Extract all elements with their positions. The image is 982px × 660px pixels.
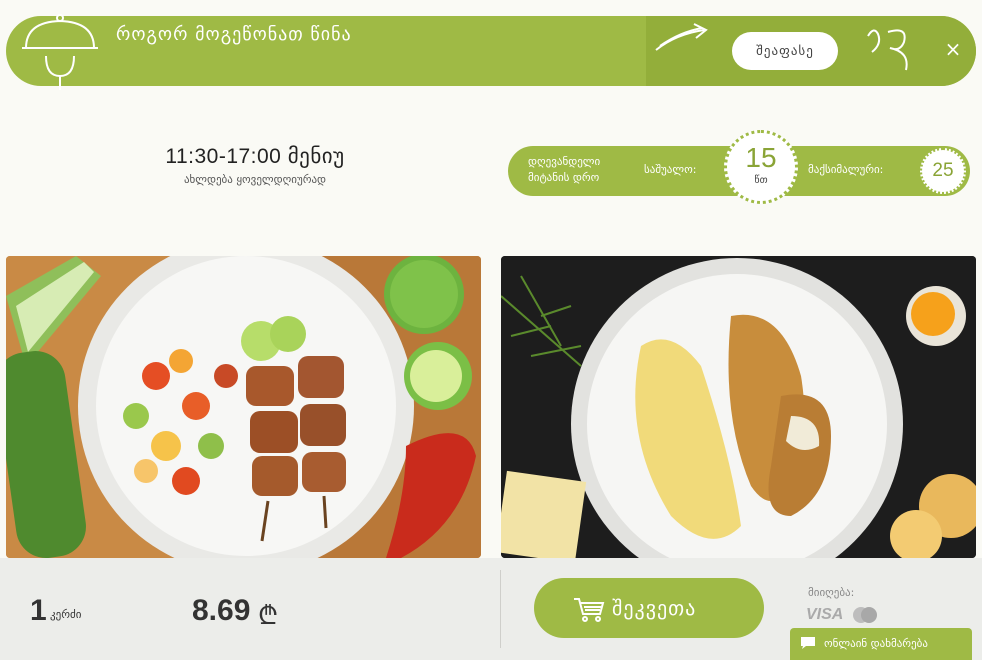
chat-icon [801,637,815,649]
currency-icon: ₾ [258,601,279,631]
divider [500,570,501,648]
accepted-payments-label: მიიღება: [808,586,855,599]
maximum-label: მაქსიმალური: [808,163,884,176]
dish-photo-chicken[interactable] [501,256,976,558]
arrow-icon [655,23,708,51]
quantity-value[interactable]: 1 [30,594,47,628]
skewers-image [6,256,481,558]
maximum-time-value: 25 [932,160,954,181]
cart-icon [574,598,605,622]
quantity-unit: კერძი [50,608,82,621]
delivery-time-panel: დღევანდელი მიტანის დრო საშუალო: 15 წთ მა… [508,130,970,204]
maximum-time-badge: 25 [920,148,966,194]
price-value: 8.69 [192,594,251,627]
banner-title: როგორ მოგეწონათ წინა [116,24,352,45]
mastercard-logo [853,607,877,623]
average-time-value: 15 [745,142,777,173]
close-icon[interactable]: × [940,36,966,62]
delivery-time-label: დღევანდელი მიტანის დრო [528,155,601,184]
visa-logo: VISA [806,606,844,623]
menu-hours-time: 11:30-17:00 მენიუ [165,145,345,168]
rate-button[interactable]: შეაფასე [732,32,838,70]
dish-photo-skewers[interactable] [6,256,481,558]
squiggle-icon [867,29,908,71]
menu-hours: 11:30-17:00 მენიუ ახლდება ყოველდღიურად [110,144,400,186]
cloche-icon [22,14,98,90]
online-help-label: ონლაინ დახმარება [824,637,928,650]
menu-hours-subtitle: ახლდება ყოველდღიურად [183,173,327,186]
average-label: საშუალო: [644,163,697,176]
average-time-unit: წთ [754,175,768,186]
chicken-image [501,256,976,558]
order-button-label: შეკვეთა [612,596,697,620]
online-help-button[interactable]: ონლაინ დახმარება [790,628,972,660]
average-time-badge: 15 წთ [724,130,798,204]
